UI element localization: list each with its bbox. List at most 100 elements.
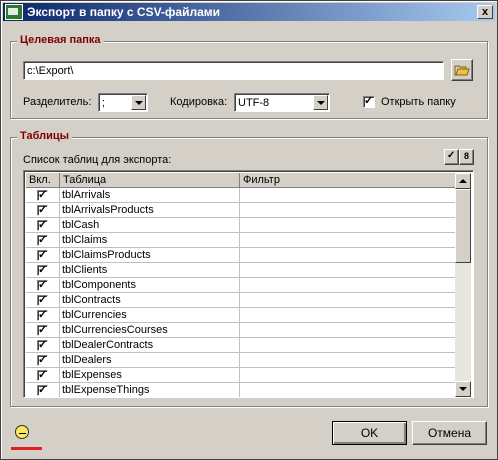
row-enabled-cell[interactable] [26,368,60,383]
row-enabled-cell[interactable] [26,338,60,353]
row-enabled-cell[interactable] [26,188,60,203]
table-row[interactable]: tblComponents [26,278,460,293]
row-checkbox[interactable] [37,353,48,366]
row-enabled-cell[interactable] [26,308,60,323]
row-enabled-cell[interactable] [26,218,60,233]
table-row[interactable]: tblContracts [26,293,460,308]
separator-select[interactable]: ; [98,93,148,112]
row-filter[interactable] [240,263,460,278]
path-input[interactable]: c:\Export\ [23,61,444,80]
arrow-down-icon [459,387,467,391]
ok-label: OK [360,426,379,440]
row-checkbox[interactable] [37,308,48,321]
row-table-name[interactable]: tblClaims [60,233,240,248]
row-checkbox[interactable] [37,188,48,201]
title-bar[interactable]: Экспорт в папку с CSV-файлами x [3,3,495,21]
window-title: Экспорт в папку с CSV-файлами [27,5,221,19]
row-checkbox[interactable] [37,323,48,336]
row-enabled-cell[interactable] [26,353,60,368]
close-button[interactable]: x [477,5,493,19]
cancel-button[interactable]: Отмена [412,421,487,445]
row-filter[interactable] [240,383,460,397]
row-checkbox[interactable] [37,278,48,291]
row-filter[interactable] [240,323,460,338]
table-row[interactable]: tblExpenses [26,368,460,383]
table-row[interactable]: tblCurrencies [26,308,460,323]
row-checkbox[interactable] [37,203,48,216]
row-table-name[interactable]: tblCash [60,218,240,233]
row-checkbox[interactable] [37,383,48,396]
row-filter[interactable] [240,188,460,203]
check-all-button[interactable]: ✓ [444,149,459,165]
row-filter[interactable] [240,308,460,323]
row-enabled-cell[interactable] [26,233,60,248]
row-table-name[interactable]: tblExpenses [60,368,240,383]
row-filter[interactable] [240,203,460,218]
scroll-thumb[interactable] [455,189,471,263]
encoding-select[interactable]: UTF-8 [234,93,330,112]
row-enabled-cell[interactable] [26,263,60,278]
chevron-down-icon[interactable] [313,95,328,110]
arrow-up-icon [459,179,467,183]
target-folder-title: Целевая папка [17,34,104,46]
gauge-icon[interactable] [15,425,29,439]
column-header-enabled[interactable]: Вкл. [26,173,60,188]
row-table-name[interactable]: tblDealers [60,353,240,368]
row-checkbox[interactable] [37,338,48,351]
row-table-name[interactable]: tblContracts [60,293,240,308]
row-enabled-cell[interactable] [26,293,60,308]
column-header-table[interactable]: Таблица [60,173,240,188]
row-filter[interactable] [240,353,460,368]
table-row[interactable]: tblDealers [26,353,460,368]
tables-title: Таблицы [17,130,72,142]
row-filter[interactable] [240,293,460,308]
column-header-filter[interactable]: Фильтр [240,173,460,188]
chevron-down-icon[interactable] [131,95,146,110]
row-filter[interactable] [240,233,460,248]
table-row[interactable]: tblCash [26,218,460,233]
row-table-name[interactable]: tblArrivalsProducts [60,203,240,218]
row-checkbox[interactable] [37,248,48,261]
tables-grid[interactable]: Вкл. Таблица Фильтр tblArrivalstblArriva… [23,170,474,398]
row-table-name[interactable]: tblClaimsProducts [60,248,240,263]
row-checkbox[interactable] [37,293,48,306]
row-table-name[interactable]: tblCurrenciesCourses [60,323,240,338]
row-table-name[interactable]: tblComponents [60,278,240,293]
row-filter[interactable] [240,248,460,263]
row-checkbox[interactable] [37,218,48,231]
table-row[interactable]: tblExpenseThings [26,383,460,397]
row-table-name[interactable]: tblCurrencies [60,308,240,323]
row-filter[interactable] [240,218,460,233]
browse-folder-button[interactable] [451,59,473,81]
scroll-down-button[interactable] [455,381,471,397]
table-row[interactable]: tblArrivalsProducts [26,203,460,218]
open-folder-label[interactable]: Открыть папку [381,96,456,108]
row-filter[interactable] [240,368,460,383]
row-table-name[interactable]: tblDealerContracts [60,338,240,353]
row-table-name[interactable]: tblArrivals [60,188,240,203]
row-enabled-cell[interactable] [26,323,60,338]
row-table-name[interactable]: tblExpenseThings [60,383,240,397]
row-enabled-cell[interactable] [26,203,60,218]
row-enabled-cell[interactable] [26,248,60,263]
table-row[interactable]: tblClients [26,263,460,278]
row-checkbox[interactable] [37,368,48,381]
row-enabled-cell[interactable] [26,383,60,397]
table-row[interactable]: tblCurrenciesCourses [26,323,460,338]
row-filter[interactable] [240,278,460,293]
table-row[interactable]: tblDealerContracts [26,338,460,353]
table-row[interactable]: tblClaimsProducts [26,248,460,263]
row-table-name[interactable]: tblClients [60,263,240,278]
folder-open-icon [454,65,470,76]
table-row[interactable]: tblClaims [26,233,460,248]
ok-button[interactable]: OK [332,421,407,445]
vertical-scrollbar[interactable] [455,173,471,397]
row-filter[interactable] [240,338,460,353]
uncheck-all-button[interactable]: 8 [459,149,474,165]
open-folder-checkbox[interactable] [363,94,375,108]
table-row[interactable]: tblArrivals [26,188,460,203]
scroll-up-button[interactable] [455,173,471,189]
row-checkbox[interactable] [37,263,48,276]
row-checkbox[interactable] [37,233,48,246]
row-enabled-cell[interactable] [26,278,60,293]
